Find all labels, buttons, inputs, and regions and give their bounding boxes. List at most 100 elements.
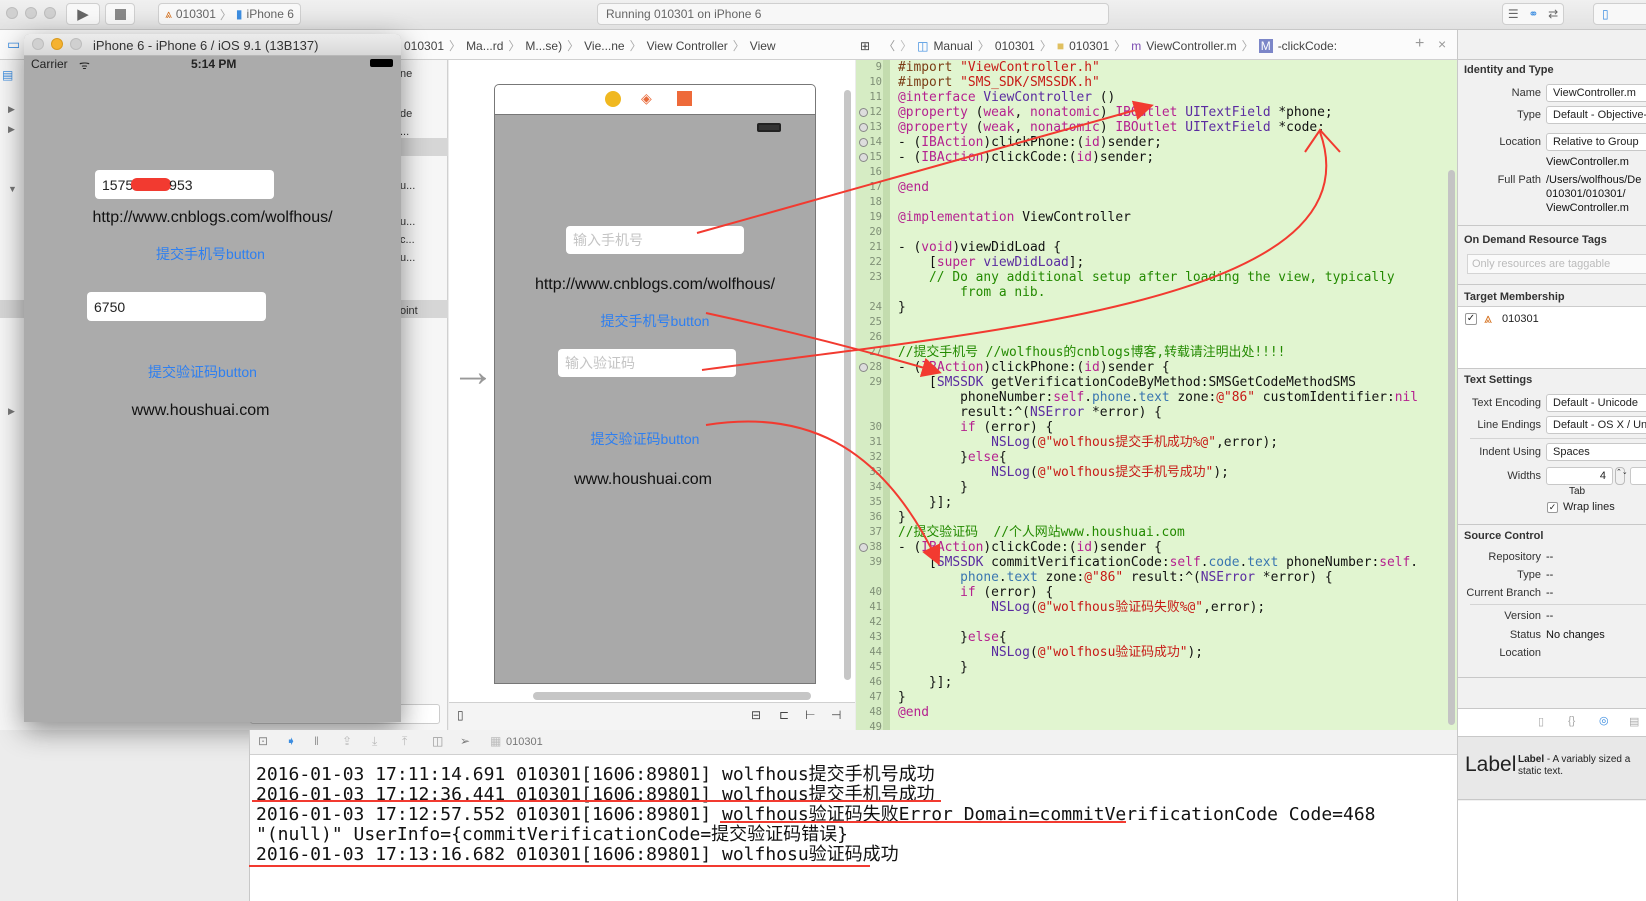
code-text-field[interactable]: 6750 [87,292,266,321]
media-library-icon[interactable]: ▤ [1629,715,1639,728]
breakpoints-toggle-icon[interactable]: ➧ [286,734,296,748]
phone-text-field[interactable]: 输入手机号 [566,226,744,254]
wrap-lines-checkbox[interactable]: ✓ [1547,502,1558,513]
crumb-method[interactable]: -clickCode: [1278,39,1337,53]
code-line[interactable]: 16 [856,165,1456,180]
code-line[interactable]: 18 [856,195,1456,210]
code-line[interactable]: 34 } [856,480,1456,495]
disclosure-triangle-icon[interactable]: ▶ [8,406,15,417]
code-line[interactable]: 27 //提交手机号 //wolfhous的cnblogs博客,转载请注明出处!!… [856,345,1456,360]
crumb-project[interactable]: 010301 [404,39,444,53]
code-line[interactable]: 29 [SMSSDK getVerificationCodeByMethod:S… [856,375,1456,390]
code-text-field[interactable]: 输入验证码 [558,349,736,377]
outline-item[interactable]: oint [400,305,418,317]
outline-item[interactable]: ... [400,126,409,138]
code-line[interactable]: 47} [856,690,1456,705]
hide-debug-icon[interactable]: ⊡ [258,734,268,748]
vertical-scrollbar[interactable] [844,90,851,680]
embed-in-stack-icon[interactable]: ⊟ [751,708,761,722]
code-line[interactable]: 40 if (error) { [856,585,1456,600]
minimize-window-button[interactable] [25,7,37,19]
crumb-view[interactable]: View [750,39,776,53]
file-template-icon[interactable]: ▯ [1538,715,1544,728]
code-line[interactable]: 12 @property (weak, nonatomic) IBOutlet U… [856,105,1456,120]
crumb-view-controller[interactable]: View Controller [647,39,728,53]
back-icon[interactable]: 〈 [883,37,895,54]
code-line[interactable]: 41 NSLog(@"wolfhous验证码失败%@",error); [856,600,1456,615]
submit-phone-button[interactable]: 提交手机号button [24,244,399,264]
stop-button[interactable] [105,3,135,25]
minimize-window-button[interactable] [51,38,63,50]
outline-item[interactable]: c... [400,234,415,246]
disclosure-triangle-icon[interactable]: ▶ [8,124,15,135]
type-select[interactable]: Default - Objective-C Source [1546,106,1646,124]
code-line[interactable]: 31 NSLog(@"wolfhous提交手机成功%@",error); [856,435,1456,450]
code-line[interactable]: 10 #import "SMS_SDK/SMSSDK.h" [856,75,1456,90]
code-line[interactable]: 13 @property (weak, nonatomic) IBOutlet U… [856,120,1456,135]
code-line[interactable]: 32 }else{ [856,450,1456,465]
outline-item[interactable]: u... [400,180,415,192]
submit-code-button[interactable]: 提交验证码button [495,429,805,449]
phone-text-field[interactable]: 1575 953 [95,170,274,199]
related-items-icon[interactable]: ⊞ [860,39,870,53]
horizontal-scrollbar[interactable] [533,692,811,700]
code-line[interactable]: result:^(NSError *error) { [856,405,1456,420]
step-out-icon[interactable]: ⤒ [402,734,407,749]
code-line[interactable]: 19 @implementation ViewController [856,210,1456,225]
disclosure-triangle-icon[interactable]: ▼ [8,184,17,194]
code-editor[interactable]: 9 #import "ViewController.h" 10 #import "SM… [856,60,1457,730]
disclosure-triangle-icon[interactable]: ▶ [8,104,15,115]
code-line[interactable]: 39 [SMSSDK commitVerificationCode:self.c… [856,555,1456,570]
crumb-scene[interactable]: Vie...ne [584,39,624,53]
tab-width-field[interactable]: 4 [1546,467,1613,485]
version-editor-icon[interactable]: ⇄ [1548,7,1558,21]
pause-icon[interactable]: ‖ [314,734,319,748]
code-line[interactable]: 14 - (IBAction)clickPhone:(id)sender; [856,135,1456,150]
scheme-selector[interactable]: ⩓ 010301 〉 ▮ iPhone 6 [158,3,301,25]
code-line[interactable]: 15 - (IBAction)clickCode:(id)sender; [856,150,1456,165]
code-line[interactable]: 23 // Do any additional setup after load… [856,270,1456,285]
endings-select[interactable]: Default - OS X / Unix [1546,416,1646,434]
crumb-file[interactable]: ViewController.m [1146,39,1236,53]
code-line[interactable]: 9 #import "ViewController.h" [856,60,1456,75]
code-line[interactable]: 21 - (void)viewDidLoad { [856,240,1456,255]
encoding-select[interactable]: Default - Unicode [1546,394,1646,412]
code-line[interactable]: from a nib. [856,285,1456,300]
code-line[interactable]: 30 if (error) { [856,420,1456,435]
outline-item[interactable]: ne [400,68,412,80]
code-line[interactable]: 35 }]; [856,495,1456,510]
forward-icon[interactable]: 〉 [900,37,912,54]
exit-icon[interactable] [677,91,692,106]
code-line[interactable]: 28 - (IBAction)clickPhone:(id)sender { [856,360,1456,375]
code-line[interactable]: phoneNumber:self.phone.text zone:@"86" c… [856,390,1456,405]
resolve-layout-icon[interactable]: ⊣ [831,708,841,722]
object-library-icon[interactable]: ◎ [1599,714,1609,727]
folder-icon[interactable]: ▭ [7,36,20,53]
document-outline-toggle-icon[interactable]: ▯ [457,708,464,722]
code-line[interactable]: 42 [856,615,1456,630]
code-line[interactable]: 17 @end [856,180,1456,195]
location-select[interactable]: Relative to Group [1546,133,1646,151]
code-line[interactable]: 11 @interface ViewController () [856,90,1456,105]
outline-item[interactable]: u... [400,216,415,228]
assistant-editor-icon[interactable]: ⚭ [1528,7,1538,21]
name-field[interactable]: ViewController.m [1546,84,1646,102]
crumb-manual[interactable]: Manual [933,39,972,53]
tab-width-stepper[interactable]: ⌃⌄ [1615,467,1628,485]
align-icon[interactable]: ⊏ [779,708,789,722]
indent-select[interactable]: Spaces [1546,443,1646,461]
crumb-project[interactable]: 010301 [995,39,1035,53]
outline-item[interactable]: de [400,108,412,120]
standard-editor-icon[interactable]: ☰ [1508,7,1519,21]
close-window-button[interactable] [6,7,18,19]
code-line[interactable]: 25 [856,315,1456,330]
code-line[interactable]: 37 //提交验证码 //个人网站www.houshuai.com [856,525,1456,540]
code-line[interactable]: 48 @end [856,705,1456,720]
close-window-button[interactable] [32,38,44,50]
code-line[interactable]: 46 }]; [856,675,1456,690]
view-controller-icon[interactable] [605,91,621,107]
code-line[interactable]: 22 [super viewDidLoad]; [856,255,1456,270]
step-in-icon[interactable]: ⤓ [372,734,377,749]
tags-field[interactable]: Only resources are taggable [1467,254,1646,274]
editor-scrollbar[interactable] [1448,170,1455,725]
